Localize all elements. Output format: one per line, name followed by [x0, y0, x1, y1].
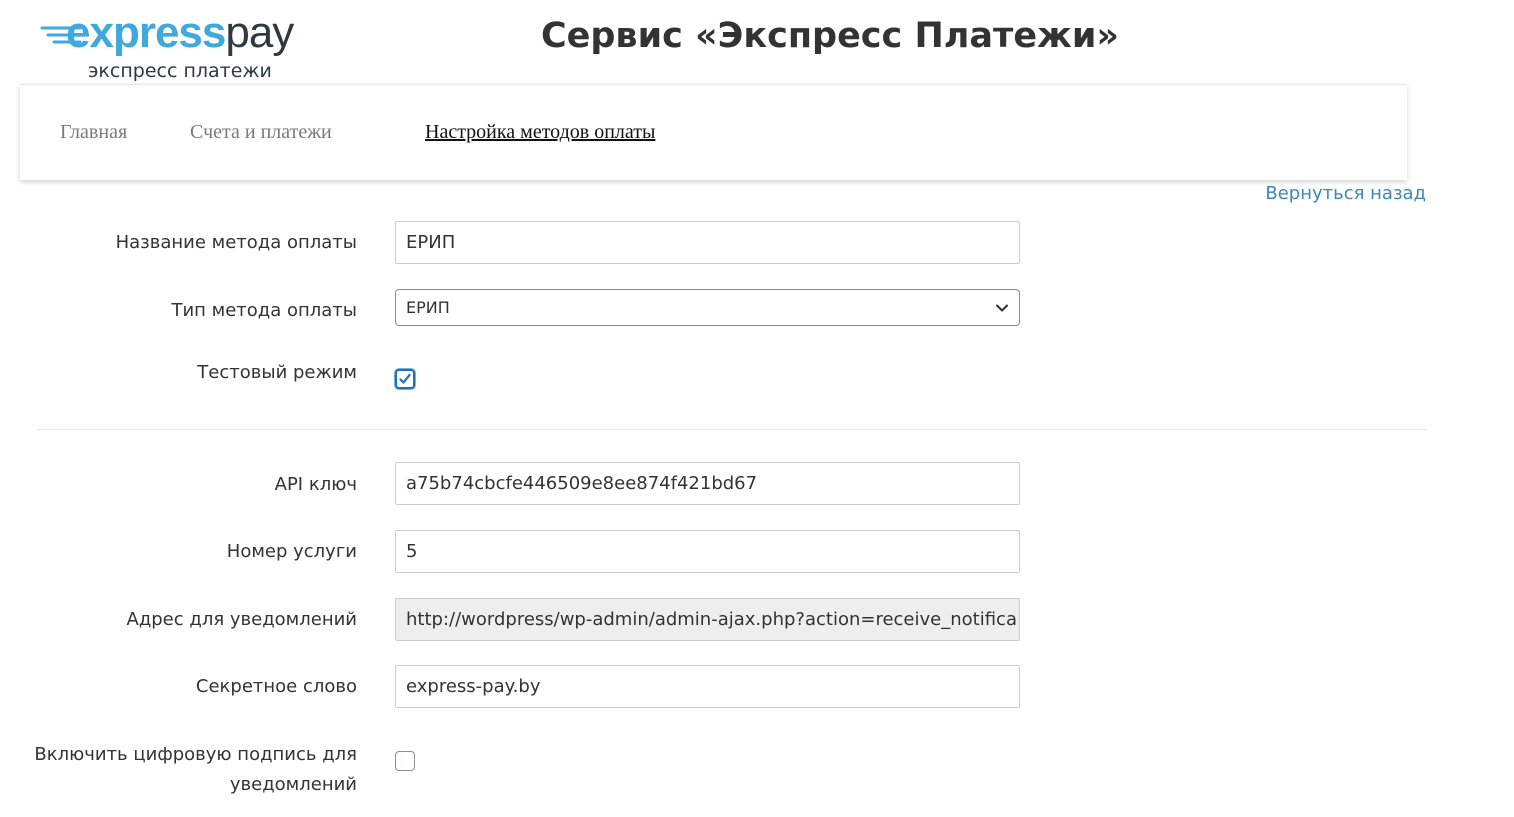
digital-signature-checkbox[interactable] [395, 751, 415, 771]
top-nav: Главная Счета и платежи Настройка методо… [20, 84, 1407, 180]
logo-wordmark: expresspay [66, 8, 294, 58]
api-key-label: API ключ [274, 474, 357, 495]
method-type-selected-value: ЕРИП [406, 298, 450, 317]
notify-url-input[interactable]: http://wordpress/wp-admin/admin-ajax.php… [395, 598, 1020, 641]
service-number-input[interactable]: 5 [395, 530, 1020, 573]
back-link[interactable]: Вернуться назад [1265, 183, 1426, 204]
logo-word-express: express [66, 8, 226, 57]
method-name-input[interactable]: ЕРИП [395, 221, 1020, 264]
chevron-down-icon [996, 304, 1008, 312]
notify-url-label: Адрес для уведомлений [126, 609, 358, 630]
settings-page: expresspay экспресс платежи Сервис «Эксп… [0, 0, 1514, 817]
service-number-label: Номер услуги [226, 541, 357, 562]
logo-word-pay: pay [225, 8, 294, 57]
method-name-label: Название метода оплаты [115, 232, 357, 253]
secret-word-label: Секретное слово [195, 676, 357, 697]
test-mode-label: Тестовый режим [197, 362, 357, 383]
section-divider [38, 429, 1426, 430]
method-type-label: Тип метода оплаты [171, 300, 357, 321]
nav-item-payment-methods-settings[interactable]: Настройка методов оплаты [425, 121, 655, 144]
digital-signature-label: Включить цифровую подпись для уведомлени… [34, 744, 357, 795]
api-key-input[interactable]: a75b74cbcfe446509e8ee874f421bd67 [395, 462, 1020, 505]
nav-item-home[interactable]: Главная [60, 121, 127, 144]
test-mode-checkbox[interactable] [395, 369, 415, 389]
nav-item-invoices-payments[interactable]: Счета и платежи [190, 121, 332, 144]
checkmark-icon [399, 373, 411, 384]
expresspay-logo[interactable]: expresspay экспресс платежи [40, 8, 320, 86]
page-title: Сервис «Экспресс Платежи» [540, 16, 1120, 56]
method-type-select[interactable]: ЕРИП [395, 289, 1020, 326]
secret-word-input[interactable]: express-pay.by [395, 665, 1020, 708]
logo-subtitle: экспресс платежи [88, 60, 272, 82]
